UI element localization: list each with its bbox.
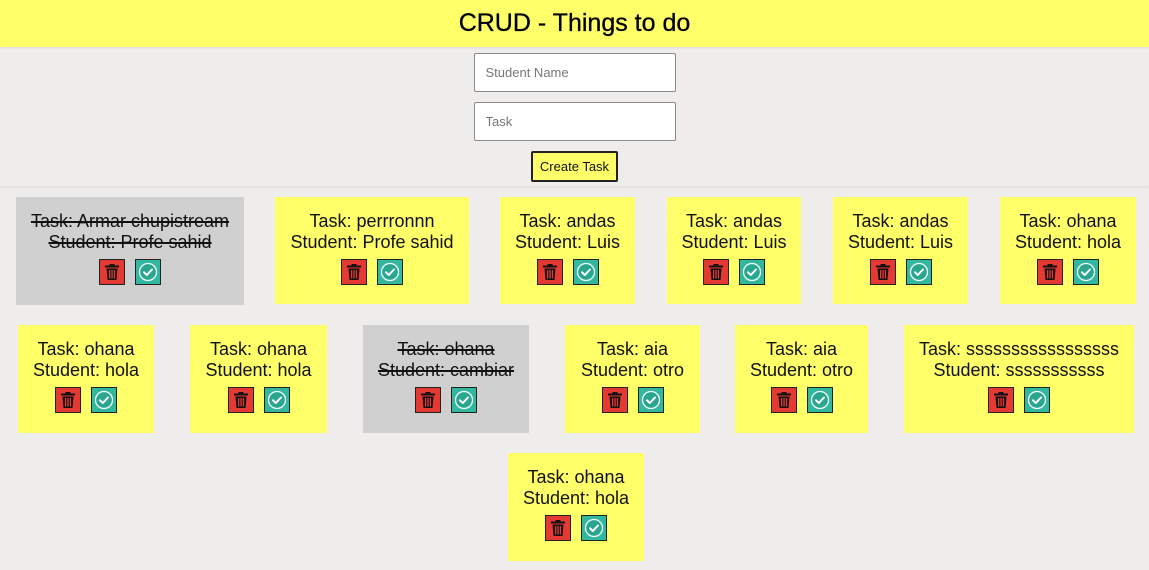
delete-button[interactable]	[988, 387, 1014, 413]
delete-button[interactable]	[536, 259, 563, 285]
trash-icon	[59, 391, 77, 409]
student-text: Student: Luis	[514, 232, 621, 252]
student-text: Student: hola	[32, 360, 140, 380]
complete-button[interactable]	[377, 259, 403, 285]
task-card: Task: ohana Student: cambiar	[363, 325, 529, 433]
check-circle-icon	[454, 390, 474, 410]
check-circle-icon	[584, 518, 604, 538]
complete-button[interactable]	[135, 259, 161, 285]
delete-button[interactable]	[869, 259, 896, 285]
complete-button[interactable]	[263, 387, 290, 413]
trash-icon	[874, 263, 892, 281]
delete-button[interactable]	[1037, 259, 1063, 285]
complete-button[interactable]	[581, 515, 607, 541]
task-card: Task: ohana Student: hola	[18, 325, 154, 433]
student-text: Student: Luis	[847, 232, 954, 252]
student-text: Student: hola	[1014, 232, 1122, 252]
task-card: Task: aia Student: otro	[735, 325, 868, 433]
task-text: Task: ohana	[1019, 211, 1117, 231]
task-card: Task: perrronnn Student: Profe sahid	[275, 197, 469, 304]
task-text: Task: ohana	[397, 339, 495, 359]
task-text: Task: andas	[519, 211, 616, 231]
delete-button[interactable]	[341, 259, 367, 285]
check-circle-icon	[1076, 262, 1096, 282]
trash-icon	[775, 391, 793, 409]
task-card: Task: ohana Student: hola	[190, 325, 327, 433]
delete-button[interactable]	[601, 387, 628, 413]
complete-button[interactable]	[905, 259, 932, 285]
student-text: Student: hola	[205, 360, 312, 380]
complete-button[interactable]	[91, 387, 117, 413]
trash-icon	[1041, 263, 1059, 281]
student-text: Student: otro	[580, 360, 685, 380]
task-text: Task: ohana	[527, 467, 625, 487]
student-name-input[interactable]	[473, 53, 676, 92]
task-text: Task: aia	[765, 339, 838, 359]
trash-icon	[707, 263, 725, 281]
check-circle-icon	[267, 390, 287, 410]
check-circle-icon	[380, 262, 400, 282]
trash-icon	[541, 263, 559, 281]
task-card: Task: sssssssssssssssss Student: sssssss…	[904, 325, 1134, 433]
trash-icon	[345, 263, 363, 281]
task-card: Task: andas Student: Luis	[667, 197, 801, 304]
trash-icon	[606, 391, 624, 409]
delete-button[interactable]	[703, 259, 729, 285]
task-card: Task: ohana Student: hola	[1000, 197, 1136, 304]
page-title: CRUD - Things to do	[458, 9, 691, 37]
task-text: Task: aia	[596, 339, 669, 359]
student-text: Student: Profe sahid	[290, 232, 454, 252]
student-text: Student: Luis	[681, 232, 787, 252]
task-text: Task: Armar chupistream	[30, 211, 230, 231]
student-text: Student: cambiar	[377, 360, 515, 380]
student-text: Student: otro	[749, 360, 854, 380]
student-text: Student: hola	[522, 488, 630, 508]
complete-button[interactable]	[739, 259, 765, 285]
check-circle-icon	[909, 262, 929, 282]
complete-button[interactable]	[806, 387, 833, 413]
check-circle-icon	[742, 262, 762, 282]
task-card: Task: ohana Student: hola	[508, 453, 644, 561]
check-circle-icon	[810, 390, 830, 410]
complete-button[interactable]	[451, 387, 477, 413]
student-text: Student: sssssssssss	[933, 360, 1105, 380]
task-text: Task: ohana	[37, 339, 135, 359]
complete-button[interactable]	[1024, 387, 1050, 413]
delete-button[interactable]	[545, 515, 571, 541]
task-card: Task: aia Student: otro	[565, 325, 700, 433]
task-board: Task: Armar chupistream Student: Profe s…	[0, 187, 1149, 570]
task-card: Task: andas Student: Luis	[500, 197, 635, 304]
check-circle-icon	[94, 390, 114, 410]
check-circle-icon	[1027, 390, 1047, 410]
app-header: CRUD - Things to do	[0, 0, 1149, 47]
complete-button[interactable]	[1073, 259, 1099, 285]
check-circle-icon	[641, 390, 661, 410]
check-circle-icon	[576, 262, 596, 282]
delete-button[interactable]	[99, 259, 125, 285]
trash-icon	[549, 519, 567, 537]
task-text: Task: sssssssssssssssss	[918, 339, 1119, 359]
trash-icon	[992, 391, 1010, 409]
complete-button[interactable]	[572, 259, 599, 285]
check-circle-icon	[138, 262, 158, 282]
task-card: Task: Armar chupistream Student: Profe s…	[16, 197, 244, 305]
trash-icon	[419, 391, 437, 409]
trash-icon	[103, 263, 121, 281]
task-text: Task: perrronnn	[309, 211, 435, 231]
delete-button[interactable]	[415, 387, 441, 413]
delete-button[interactable]	[55, 387, 81, 413]
delete-button[interactable]	[770, 387, 797, 413]
task-text: Task: andas	[685, 211, 783, 231]
student-text: Student: Profe sahid	[48, 232, 212, 252]
create-task-button[interactable]: Create Task	[530, 151, 619, 182]
task-card: Task: andas Student: Luis	[833, 197, 968, 304]
task-form: Create Task	[0, 47, 1149, 187]
trash-icon	[232, 391, 250, 409]
complete-button[interactable]	[637, 387, 664, 413]
task-input[interactable]	[473, 102, 676, 141]
task-text: Task: ohana	[209, 339, 308, 359]
task-text: Task: andas	[852, 211, 949, 231]
delete-button[interactable]	[227, 387, 254, 413]
